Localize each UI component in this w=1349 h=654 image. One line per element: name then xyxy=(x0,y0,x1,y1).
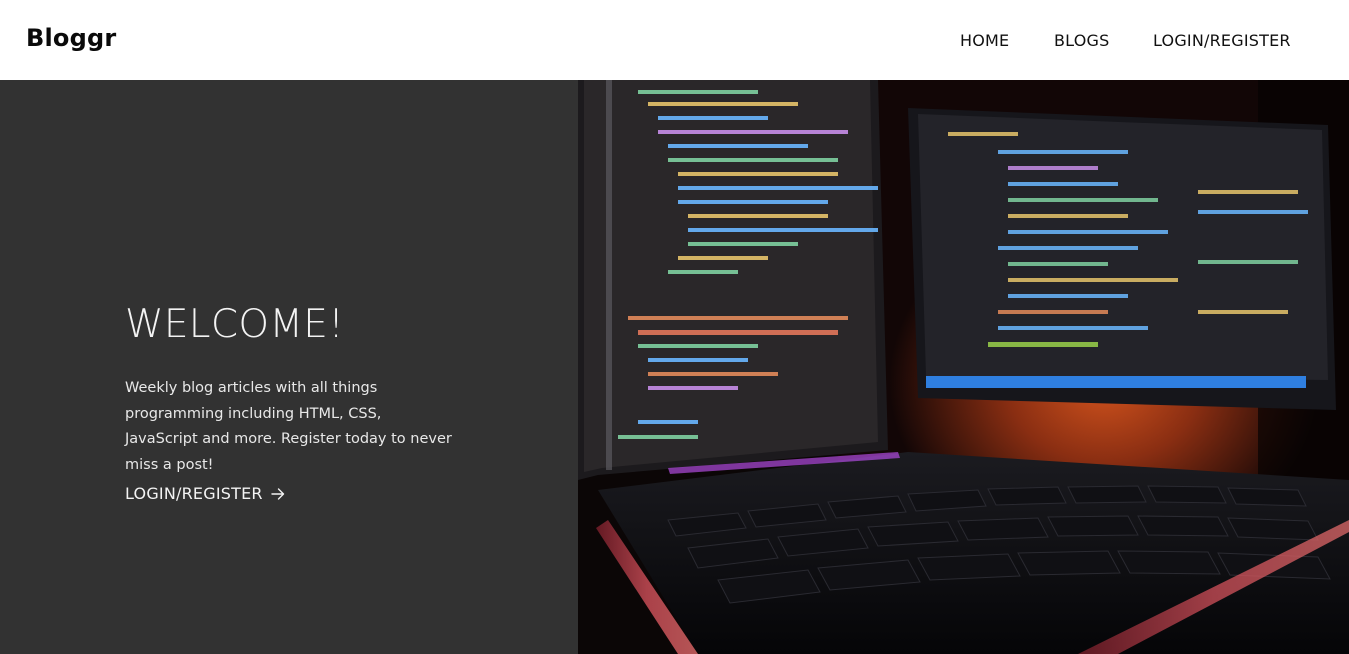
nav-blogs-link[interactable]: BLOGS xyxy=(1054,31,1109,50)
hero-description: Weekly blog articles with all things pro… xyxy=(125,380,452,473)
navbar: Bloggr HOME BLOGS LOGIN/REGISTER xyxy=(0,0,1349,80)
nav-home-link[interactable]: HOME xyxy=(960,31,1009,50)
hero-title: WELCOME! xyxy=(125,302,345,347)
hero-panel: WELCOME! Weekly blog articles with all t… xyxy=(0,80,578,654)
hero-login-register-button[interactable]: LOGIN/REGISTER xyxy=(125,484,285,503)
hero-cta-label: LOGIN/REGISTER xyxy=(125,484,263,503)
arrow-right-icon xyxy=(271,487,285,501)
brand-logo[interactable]: Bloggr xyxy=(26,24,116,52)
hero-image xyxy=(578,80,1349,654)
nav-login-register-link[interactable]: LOGIN/REGISTER xyxy=(1153,31,1291,50)
